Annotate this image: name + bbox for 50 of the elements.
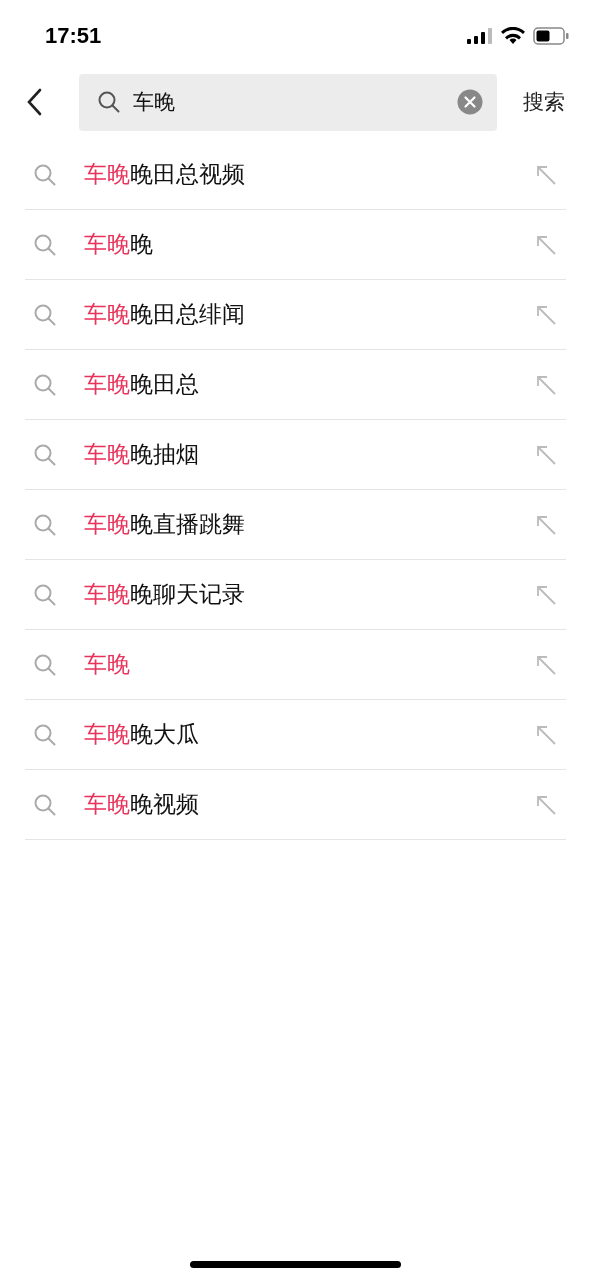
suggestion-text: 车晚晚田总视频 [84,160,246,189]
status-time: 17:51 [45,23,102,49]
search-icon [33,372,57,397]
battery-icon [533,27,569,45]
search-icon [33,302,57,327]
arrow-up-left-icon[interactable] [535,793,557,816]
arrow-up-left-icon[interactable] [535,303,557,326]
suggestion-text: 车晚晚直播跳舞 [84,510,246,539]
suggestion-text: 车晚晚抽烟 [84,440,200,469]
search-button[interactable]: 搜索 [523,88,565,116]
suggestion-text: 车晚晚 [84,230,154,259]
suggestion-text: 车晚晚田总绯闻 [84,300,246,329]
suggestion-text: 车晚晚聊天记录 [84,580,246,609]
suggestion-text: 车晚 [84,650,131,679]
arrow-up-left-icon[interactable] [535,513,557,536]
search-field[interactable]: 车晚 [133,90,445,114]
suggestion-item[interactable]: 车晚晚直播跳舞 [25,490,566,560]
search-icon [33,232,57,257]
suggestion-text: 车晚晚视频 [84,790,200,819]
suggestion-item[interactable]: 车晚晚聊天记录 [25,560,566,630]
arrow-up-left-icon[interactable] [535,373,557,396]
suggestion-item[interactable]: 车晚晚视频 [25,770,566,840]
arrow-up-left-icon[interactable] [535,163,557,186]
search-bar[interactable]: 车晚 [79,73,497,131]
suggestion-item[interactable]: 车晚晚 [25,210,566,280]
search-icon [33,512,57,537]
search-icon [97,90,121,114]
suggestion-item[interactable]: 车晚 [25,630,566,700]
suggestion-item[interactable]: 车晚晚大瓜 [25,700,566,770]
search-icon [33,722,57,747]
arrow-up-left-icon[interactable] [535,233,557,256]
clear-icon[interactable] [457,89,483,115]
suggestion-item[interactable]: 车晚晚田总 [25,350,566,420]
arrow-up-left-icon[interactable] [535,583,557,606]
suggestion-item[interactable]: 车晚晚田总绯闻 [25,280,566,350]
suggestion-item[interactable]: 车晚晚抽烟 [25,420,566,490]
arrow-up-left-icon[interactable] [535,443,557,466]
search-icon [33,442,57,467]
suggestion-text: 车晚晚大瓜 [84,720,200,749]
search-icon [33,792,57,817]
search-icon [33,162,57,187]
suggestion-item[interactable]: 车晚晚田总视频 [25,140,566,210]
search-icon [33,582,57,607]
search-icon [33,652,57,677]
arrow-up-left-icon[interactable] [535,653,557,676]
arrow-up-left-icon[interactable] [535,723,557,746]
signal-icon [467,28,493,44]
suggestion-text: 车晚晚田总 [84,370,200,399]
wifi-icon [501,27,525,45]
back-icon [26,88,42,116]
